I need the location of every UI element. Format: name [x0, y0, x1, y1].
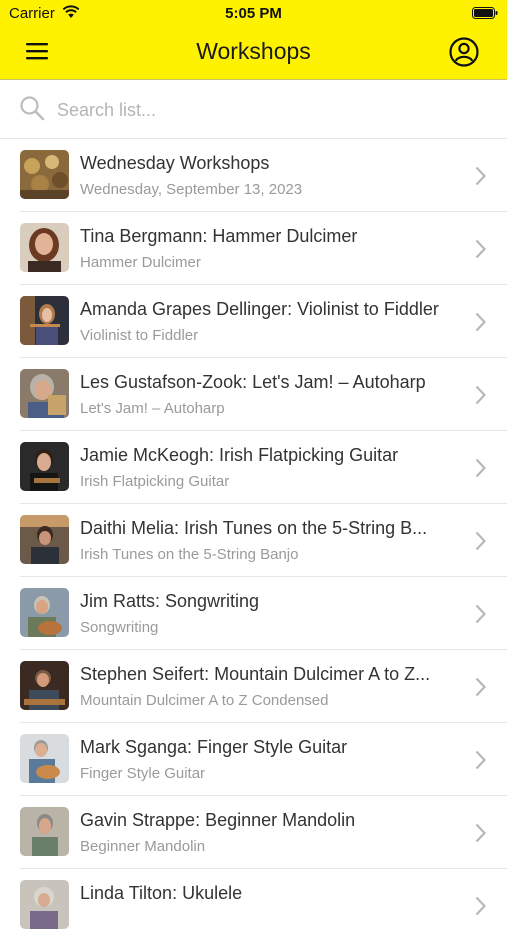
instructor-photo — [20, 369, 69, 418]
workshop-thumbnail — [20, 150, 69, 199]
chevron-right-icon — [475, 677, 486, 697]
instructor-photo — [20, 588, 69, 637]
chevron-right-icon — [475, 604, 486, 624]
instructor-photo — [20, 223, 69, 272]
list-item[interactable]: Wednesday Workshops Wednesday, September… — [0, 139, 507, 212]
workshop-title: Tina Bergmann: Hammer Dulcimer — [80, 226, 358, 246]
instructor-photo — [20, 296, 69, 345]
chevron-right-icon — [475, 385, 486, 405]
list-item[interactable]: Linda Tilton: Ukulele — [0, 869, 507, 942]
workshop-title: Amanda Grapes Dellinger: Violinist to Fi… — [80, 299, 439, 319]
instructor-photo — [20, 661, 69, 710]
workshop-title: Jamie McKeogh: Irish Flatpicking Guitar — [80, 445, 399, 465]
list-item[interactable]: Les Gustafson-Zook: Let's Jam! – Autohar… — [0, 358, 507, 431]
page-title: Workshops — [196, 38, 311, 64]
list-item[interactable]: Mark Sganga: Finger Style Guitar Finger … — [0, 723, 507, 796]
list-item[interactable]: Daithi Melia: Irish Tunes on the 5-Strin… — [0, 504, 507, 577]
chevron-right-icon — [475, 896, 486, 916]
workshop-subtitle: Let's Jam! – Autoharp — [80, 400, 225, 417]
workshop-subtitle: Irish Tunes on the 5-String Banjo — [80, 546, 299, 563]
battery-icon — [472, 7, 498, 19]
workshop-subtitle: Songwriting — [80, 619, 159, 636]
chevron-right-icon — [475, 458, 486, 478]
instructor-photo — [20, 515, 69, 564]
workshop-subtitle: Mountain Dulcimer A to Z Condensed — [80, 692, 329, 709]
instructor-photo — [20, 807, 69, 856]
workshop-title: Daithi Melia: Irish Tunes on the 5-Strin… — [80, 518, 428, 538]
search-icon — [20, 96, 45, 121]
list-item[interactable]: Jamie McKeogh: Irish Flatpicking Guitar … — [0, 431, 507, 504]
search-input[interactable] — [55, 92, 479, 128]
list-item[interactable]: Tina Bergmann: Hammer Dulcimer Hammer Du… — [0, 212, 507, 285]
search-bar — [0, 80, 507, 139]
chevron-right-icon — [475, 531, 486, 551]
chevron-right-icon — [475, 166, 486, 186]
instructor-photo — [20, 442, 69, 491]
workshop-subtitle: Finger Style Guitar — [80, 765, 206, 782]
chevron-right-icon — [475, 750, 486, 770]
chevron-right-icon — [475, 239, 486, 259]
workshop-subtitle: Irish Flatpicking Guitar — [80, 473, 230, 490]
chevron-right-icon — [475, 823, 486, 843]
instructor-photo — [20, 734, 69, 783]
workshop-title: Mark Sganga: Finger Style Guitar — [80, 737, 348, 757]
workshop-title: Linda Tilton: Ukulele — [80, 883, 243, 903]
list-item[interactable]: Jim Ratts: Songwriting Songwriting — [0, 577, 507, 650]
profile-icon[interactable] — [449, 37, 479, 67]
workshop-title: Gavin Strappe: Beginner Mandolin — [80, 810, 356, 830]
workshop-title: Stephen Seifert: Mountain Dulcimer A to … — [80, 664, 431, 684]
workshop-subtitle: Violinist to Fiddler — [80, 327, 199, 344]
list-item[interactable]: Amanda Grapes Dellinger: Violinist to Fi… — [0, 285, 507, 358]
nav-bar: Workshops — [0, 28, 507, 78]
list-item[interactable]: Gavin Strappe: Beginner Mandolin Beginne… — [0, 796, 507, 869]
list-item[interactable]: Stephen Seifert: Mountain Dulcimer A to … — [0, 650, 507, 723]
workshop-subtitle: Wednesday, September 13, 2023 — [80, 181, 303, 198]
status-time: 5:05 PM — [225, 5, 282, 22]
workshop-list: Wednesday Workshops Wednesday, September… — [0, 139, 507, 942]
chevron-right-icon — [475, 312, 486, 332]
workshop-title: Wednesday Workshops — [80, 153, 270, 173]
instructor-photo — [20, 880, 69, 929]
status-bar: Carrier 5:05 PM — [0, 0, 507, 28]
header: Carrier 5:05 PM Workshops — [0, 0, 507, 80]
workshop-subtitle: Beginner Mandolin — [80, 838, 206, 855]
workshop-title: Les Gustafson-Zook: Let's Jam! – Autohar… — [80, 372, 426, 392]
workshop-subtitle: Hammer Dulcimer — [80, 254, 201, 271]
workshop-title: Jim Ratts: Songwriting — [80, 591, 260, 611]
